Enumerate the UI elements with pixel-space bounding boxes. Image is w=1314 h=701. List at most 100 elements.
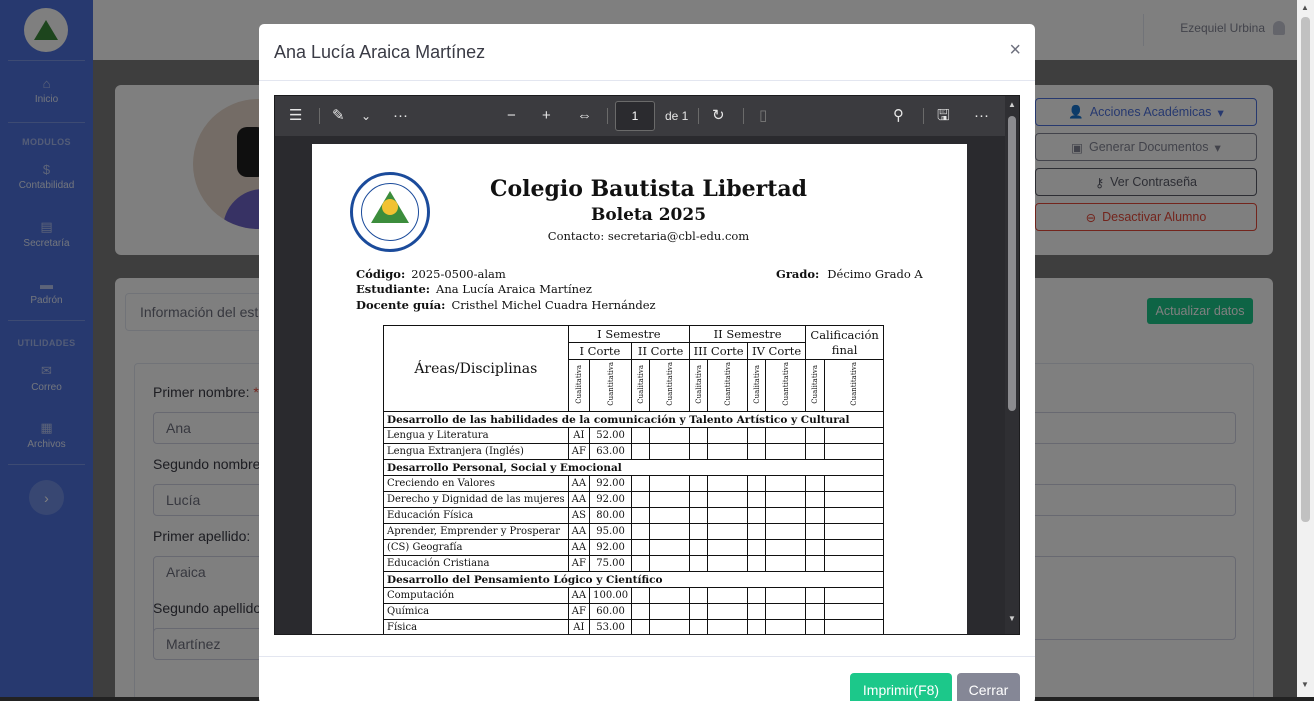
empty-grade-cell <box>649 539 691 556</box>
empty-grade-cell <box>823 619 885 634</box>
fit-width-icon[interactable]: ⇔ <box>577 106 592 126</box>
save-icon[interactable]: 🖫 <box>937 106 950 126</box>
subject-name: Educación Física <box>383 507 569 524</box>
draw-icon[interactable]: ✎ <box>332 106 345 126</box>
empty-grade-cell <box>649 507 691 524</box>
quantitative-grade: 92.00 <box>589 475 633 492</box>
empty-grade-cell <box>765 539 807 556</box>
scroll-down-arrow-icon[interactable]: ▼ <box>1301 680 1309 689</box>
quantitative-header: Cuantitativa <box>707 359 749 412</box>
section-title: Desarrollo Personal, Social y Emocional <box>382 459 885 476</box>
empty-grade-cell <box>689 555 709 572</box>
empty-grade-cell <box>747 603 767 620</box>
empty-grade-cell <box>689 491 709 508</box>
empty-grade-cell <box>631 523 651 540</box>
qualitative-header: Cualitativa <box>805 359 825 412</box>
quantitative-header: Cuantitativa <box>589 359 633 412</box>
empty-grade-cell <box>805 491 825 508</box>
subject-name: Química <box>383 603 569 620</box>
empty-grade-cell <box>805 523 825 540</box>
scroll-up-arrow-icon[interactable]: ▲ <box>1008 100 1016 109</box>
empty-grade-cell <box>823 539 885 556</box>
cut-1-header: I Corte <box>567 342 633 360</box>
empty-grade-cell <box>689 443 709 460</box>
student-value: Ana Lucía Araica Martínez <box>436 282 592 296</box>
two-page-view-icon[interactable]: ▯ <box>759 106 767 126</box>
qualitative-grade: AA <box>567 587 591 604</box>
empty-grade-cell <box>707 523 749 540</box>
quantitative-grade: 92.00 <box>589 539 633 556</box>
empty-grade-cell <box>689 619 709 634</box>
empty-grade-cell <box>805 507 825 524</box>
page-total-label: de 1 <box>665 109 689 123</box>
areas-header: Áreas/Disciplinas <box>383 325 569 412</box>
vertical-header-text: Cualitativa <box>752 364 761 404</box>
empty-grade-cell <box>747 587 767 604</box>
page-scrollbar-thumb[interactable] <box>1301 17 1310 522</box>
pdf-scrollbar-thumb[interactable] <box>1008 116 1016 411</box>
scroll-down-arrow-icon[interactable]: ▼ <box>1008 614 1016 623</box>
empty-grade-cell <box>707 555 749 572</box>
chevron-down-icon[interactable]: ⌄ <box>361 106 371 126</box>
page-number-input[interactable]: 1 <box>615 101 655 131</box>
empty-grade-cell <box>649 555 691 572</box>
more-options-icon[interactable]: ··· <box>974 106 989 126</box>
table-row: Física AI 53.00 <box>383 619 885 634</box>
empty-grade-cell <box>823 507 885 524</box>
empty-grade-cell <box>707 539 749 556</box>
table-row: Aprender, Emprender y Prosperar AA 95.00 <box>383 523 885 540</box>
teacher-line: Docente guía: Cristhel Michel Cuadra Hern… <box>356 298 656 312</box>
modal-title: Ana Lucía Araica Martínez <box>274 42 486 62</box>
quantitative-header: Cuantitativa <box>765 359 807 412</box>
empty-grade-cell <box>765 475 807 492</box>
empty-grade-cell <box>765 523 807 540</box>
print-button[interactable]: Imprimir(F8) <box>850 673 952 701</box>
pdf-scrollbar[interactable]: ▲ ▼ <box>1005 96 1019 634</box>
empty-grade-cell <box>689 603 709 620</box>
search-icon[interactable]: ⚲ <box>893 106 904 126</box>
empty-grade-cell <box>765 587 807 604</box>
empty-grade-cell <box>689 587 709 604</box>
pdf-page: Colegio Bautista Libertad Boleta 2025 Co… <box>312 144 967 634</box>
code-label: Código: <box>356 267 406 281</box>
vertical-header-text: Cualitativa <box>636 364 645 404</box>
quantitative-grade: 95.00 <box>589 523 633 540</box>
empty-grade-cell <box>631 491 651 508</box>
empty-grade-cell <box>631 619 651 634</box>
table-row: Química AF 60.00 <box>383 603 885 620</box>
empty-grade-cell <box>631 443 651 460</box>
empty-grade-cell <box>689 475 709 492</box>
empty-grade-cell <box>631 427 651 444</box>
empty-grade-cell <box>747 475 767 492</box>
empty-grade-cell <box>765 507 807 524</box>
scroll-up-arrow-icon[interactable]: ▲ <box>1301 3 1309 12</box>
more-options-icon[interactable]: ··· <box>393 106 408 126</box>
close-icon[interactable]: × <box>1009 40 1021 60</box>
qualitative-grade: AS <box>567 507 591 524</box>
quantitative-grade: 53.00 <box>589 619 633 634</box>
grades-table: Áreas/Disciplinas I Semestre II Semestre… <box>382 325 885 634</box>
vertical-header-text: Cuantitativa <box>781 362 790 406</box>
rotate-icon[interactable]: ↻ <box>712 106 725 126</box>
cut-4-header: IV Corte <box>747 342 807 360</box>
empty-grade-cell <box>689 523 709 540</box>
empty-grade-cell <box>765 619 807 634</box>
qualitative-grade: AA <box>567 539 591 556</box>
quantitative-grade: 75.00 <box>589 555 633 572</box>
semester-2-header: II Semestre <box>689 325 807 343</box>
qualitative-header: Cualitativa <box>631 359 651 412</box>
close-button[interactable]: Cerrar <box>957 673 1020 701</box>
page-scrollbar[interactable]: ▲ ▼ <box>1297 0 1314 701</box>
toolbar-separator <box>923 108 924 124</box>
zoom-out-icon[interactable]: − <box>507 106 516 126</box>
vertical-header-text: Cuantitativa <box>723 362 732 406</box>
empty-grade-cell <box>823 427 885 444</box>
toolbar-separator <box>698 108 699 124</box>
table-of-contents-icon[interactable]: ☰ <box>289 106 302 126</box>
modal-header: Ana Lucía Araica Martínez × <box>259 24 1035 81</box>
zoom-in-icon[interactable]: + <box>542 106 551 126</box>
quantitative-grade: 92.00 <box>589 491 633 508</box>
empty-grade-cell <box>747 555 767 572</box>
section-row: Desarrollo de las habilidades de la comu… <box>382 411 885 428</box>
empty-grade-cell <box>823 603 885 620</box>
